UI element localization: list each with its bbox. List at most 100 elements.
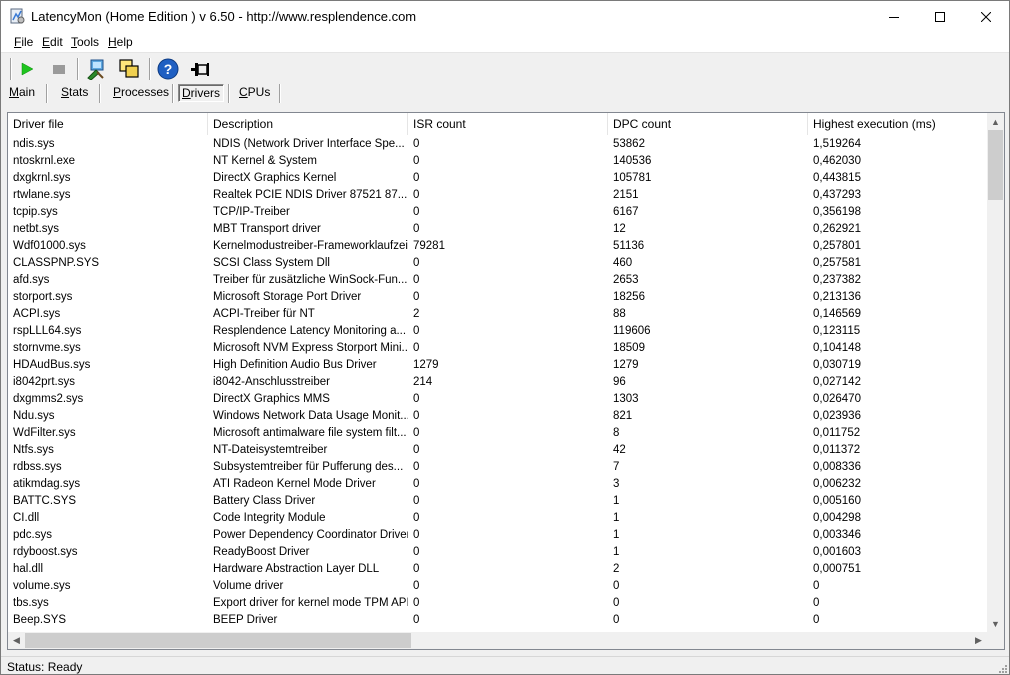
dpc-count-cell: 42 <box>613 444 626 456</box>
resize-grip-icon[interactable] <box>997 663 1007 673</box>
column-header-description[interactable]: Description <box>208 113 408 135</box>
menu-help[interactable]: Help <box>108 35 133 49</box>
highest-execution-cell: 0 <box>813 597 820 609</box>
maximize-button[interactable] <box>917 1 963 32</box>
description-cell: Resplendence Latency Monitoring a... <box>213 325 407 337</box>
dpc-count-cell: 18509 <box>613 342 645 354</box>
table-row[interactable]: stornvme.sys Microsoft NVM Express Storpo… <box>8 340 988 357</box>
menu-help-accel: H <box>108 35 117 49</box>
scroll-left-icon[interactable]: ◀ <box>8 632 25 649</box>
vertical-scrollbar[interactable]: ▲ ▼ <box>987 113 1004 632</box>
table-row[interactable]: rdbss.sys Subsystemtreiber für Pufferung … <box>8 459 988 476</box>
table-row[interactable]: i8042prt.sys i8042-Anschlusstreiber 214 96 0… <box>8 374 988 391</box>
description-cell: SCSI Class System Dll <box>213 257 330 269</box>
description-cell: Volume driver <box>213 580 284 592</box>
menu-edit-label: dit <box>50 35 63 49</box>
highest-execution-cell: 0,104148 <box>813 342 861 354</box>
description-cell: Export driver for kernel mode TPM API <box>213 597 408 609</box>
isr-count-cell: 0 <box>413 155 420 167</box>
table-row[interactable]: hal.dll Hardware Abstraction Layer DLL 0 2 0… <box>8 561 988 578</box>
status-text: Status: Ready <box>7 660 83 674</box>
table-row[interactable]: tbs.sys Export driver for kernel mode TPM… <box>8 595 988 612</box>
dpc-count-cell: 0 <box>613 614 620 626</box>
menu-edit-accel: E <box>42 35 51 49</box>
isr-count-cell: 0 <box>413 546 420 558</box>
menu-tools[interactable]: Tools <box>71 35 99 49</box>
menu-bar: File Edit Tools Help <box>1 32 1009 53</box>
tab-stats[interactable]: Stats <box>58 84 91 102</box>
driver-file-cell: storport.sys <box>13 291 73 303</box>
windows-button[interactable] <box>117 57 141 81</box>
table-row[interactable]: CLASSPNP.SYS SCSI Class System Dll 0 460 0,2… <box>8 255 988 272</box>
dpc-count-cell: 460 <box>613 257 633 269</box>
tab-drivers[interactable]: Drivers <box>178 84 225 102</box>
highest-execution-cell: 0,011372 <box>813 444 861 456</box>
tab-bar: Main Stats Processes Drivers CPUs <box>1 83 1009 104</box>
table-row[interactable]: storport.sys Microsoft Storage Port Drive… <box>8 289 988 306</box>
system-info-icon <box>87 59 104 80</box>
tab-processes[interactable]: Processes <box>110 84 172 102</box>
table-row[interactable]: WdFilter.sys Microsoft antimalware file s… <box>8 425 988 442</box>
scroll-up-icon[interactable]: ▲ <box>987 113 1004 130</box>
table-row[interactable]: BATTC.SYS Battery Class Driver 0 1 0,005160 <box>8 493 988 510</box>
column-header-isr-count[interactable]: ISR count <box>408 113 608 135</box>
table-row[interactable]: ACPI.sys ACPI-Treiber für NT 2 88 0,146569 <box>8 306 988 323</box>
table-row[interactable]: volume.sys Volume driver 0 0 0 <box>8 578 988 595</box>
table-row[interactable]: dxgkrnl.sys DirectX Graphics Kernel 0 10578… <box>8 170 988 187</box>
table-row[interactable]: dxgmms2.sys DirectX Graphics MMS 0 1303 0,02… <box>8 391 988 408</box>
horizontal-scrollbar[interactable]: ◀ ▶ <box>8 632 987 649</box>
scroll-right-icon[interactable]: ▶ <box>970 632 987 649</box>
table-row[interactable]: rspLLL64.sys Resplendence Latency Monitor… <box>8 323 988 340</box>
table-row[interactable]: netbt.sys MBT Transport driver 0 12 0,262921 <box>8 221 988 238</box>
close-button[interactable] <box>963 1 1009 32</box>
driver-file-cell: hal.dll <box>13 563 44 575</box>
start-button[interactable] <box>15 57 39 81</box>
stop-button[interactable] <box>47 57 71 81</box>
stay-on-top-button[interactable] <box>188 57 212 81</box>
column-header-highest-execution[interactable]: Highest execution (ms) <box>808 113 988 135</box>
table-row[interactable]: Beep.SYS BEEP Driver 0 0 0 <box>8 612 988 629</box>
system-info-button[interactable] <box>84 57 108 81</box>
tab-drivers-accel: D <box>182 86 191 100</box>
menu-edit[interactable]: Edit <box>42 35 63 49</box>
minimize-button[interactable] <box>871 1 917 32</box>
table-row[interactable]: Ntfs.sys NT-Dateisystemtreiber 0 42 0,011372 <box>8 442 988 459</box>
table-row[interactable]: pdc.sys Power Dependency Coordinator Driv… <box>8 527 988 544</box>
horizontal-scroll-thumb[interactable] <box>25 633 411 648</box>
table-row[interactable]: tcpip.sys TCP/IP-Treiber 0 6167 0,356198 <box>8 204 988 221</box>
column-header-dpc-count[interactable]: DPC count <box>608 113 808 135</box>
windows-icon <box>119 59 139 78</box>
dpc-count-cell: 1 <box>613 512 620 524</box>
highest-execution-cell: 0,023936 <box>813 410 861 422</box>
table-row[interactable]: rtwlane.sys Realtek PCIE NDIS Driver 8752… <box>8 187 988 204</box>
table-row[interactable]: atikmdag.sys ATI Radeon Kernel Mode Drive… <box>8 476 988 493</box>
table-row[interactable]: Wdf01000.sys Kernelmodustreiber-Framework… <box>8 238 988 255</box>
menu-file[interactable]: File <box>14 35 33 49</box>
dpc-count-cell: 821 <box>613 410 633 422</box>
driver-file-cell: i8042prt.sys <box>13 376 76 388</box>
tab-cpus[interactable]: CPUs <box>236 84 273 102</box>
table-row[interactable]: afd.sys Treiber für zusätzliche WinSock-F… <box>8 272 988 289</box>
table-row[interactable]: HDAudBus.sys High Definition Audio Bus Dr… <box>8 357 988 374</box>
table-row[interactable]: ntoskrnl.exe NT Kernel & System 0 140536 0,4… <box>8 153 988 170</box>
tab-drivers-label: rivers <box>190 86 221 100</box>
highest-execution-cell: 0,008336 <box>813 461 861 473</box>
table-row[interactable]: Ndu.sys Windows Network Data Usage Monit.… <box>8 408 988 425</box>
highest-execution-cell: 0,006232 <box>813 478 861 490</box>
table-row[interactable]: ndis.sys NDIS (Network Driver Interface S… <box>8 136 988 153</box>
isr-count-cell: 1279 <box>413 359 439 371</box>
scroll-down-icon[interactable]: ▼ <box>987 615 1004 632</box>
vertical-scroll-thumb[interactable] <box>988 130 1003 200</box>
highest-execution-cell: 0,004298 <box>813 512 861 524</box>
tab-separator <box>279 84 281 103</box>
description-cell: Code Integrity Module <box>213 512 326 524</box>
table-row[interactable]: rdyboost.sys ReadyBoost Driver 0 1 0,001603 <box>8 544 988 561</box>
column-header-driver-file[interactable]: Driver file <box>8 113 208 135</box>
drivers-list[interactable]: Driver file Description ISR count DPC co… <box>7 112 1005 650</box>
title-bar: LatencyMon (Home Edition ) v 6.50 - http… <box>1 1 1009 32</box>
isr-count-cell: 0 <box>413 325 420 337</box>
highest-execution-cell: 0,437293 <box>813 189 861 201</box>
table-row[interactable]: CI.dll Code Integrity Module 0 1 0,004298 <box>8 510 988 527</box>
tab-main[interactable]: Main <box>6 84 38 102</box>
help-button[interactable]: ? <box>156 57 180 81</box>
